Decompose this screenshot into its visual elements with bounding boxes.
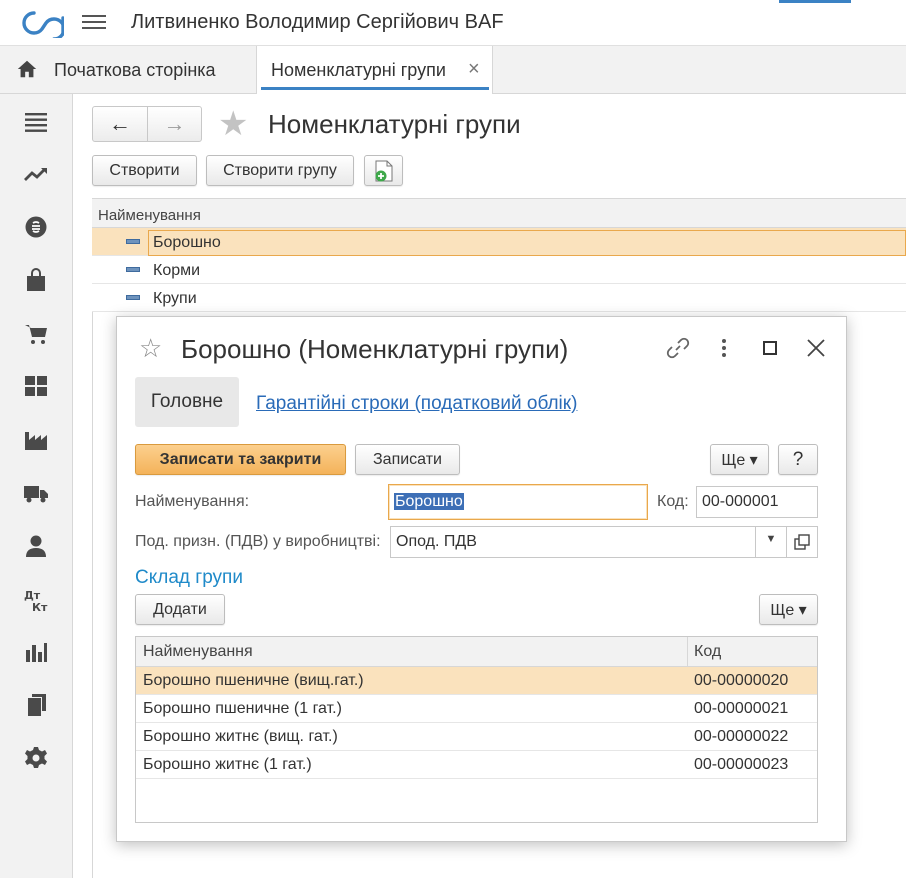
tab-home-label: Початкова сторінка [54,60,216,80]
list-header-name[interactable]: Найменування [92,198,906,228]
hamburger-menu-icon[interactable] [82,11,106,35]
close-icon[interactable] [803,335,829,361]
sidebar: Дт Кт [0,94,73,878]
favorite-star-icon[interactable]: ☆ [139,333,162,364]
top-accent-strip [779,0,851,3]
name-label: Найменування: [135,493,250,510]
tab-warranty-periods[interactable]: Гарантійні строки (податковий облік) [256,393,577,415]
code-input[interactable]: 00-000001 [696,486,818,518]
create-group-button[interactable]: Створити групу [206,155,354,186]
cell-code: 00-00000023 [694,756,789,773]
vat-label: Под. призн. (ПДВ) у виробництві: [135,533,381,550]
home-icon [17,60,37,78]
baf-logo-icon [22,11,64,38]
link-icon[interactable] [665,335,691,361]
list-item-name: Крупи [153,290,197,307]
tab-nomenclature-groups[interactable]: Номенклатурні групи × [256,46,493,94]
tab-groups-label: Номенклатурні групи [271,60,446,80]
group-item-icon [126,239,140,244]
tab-main[interactable]: Головне [135,377,239,427]
group-composition-title: Склад групи [135,567,243,588]
groups-list: Найменування Борошно Корми Крупи [92,198,906,312]
table-row[interactable]: Борошно пшеничне (вищ.гат.) 00-00000020 [136,667,817,695]
composition-table: Найменування Код Борошно пшеничне (вищ.г… [135,636,818,823]
save-button[interactable]: Записати [355,444,460,475]
name-input-value: Борошно [394,493,464,510]
add-copy-button[interactable] [364,155,403,186]
back-arrow-icon[interactable]: ← [93,107,147,141]
group-item-icon [126,267,140,272]
app-title: Литвиненко Володимир Сергійович BAF [131,11,504,33]
trend-icon[interactable] [24,162,48,186]
cell-name: Борошно пшеничне (вищ.гат.) [143,672,364,689]
help-button[interactable]: ? [778,444,818,475]
warehouse-icon[interactable] [24,374,48,398]
more-button[interactable]: Ще ▾ [759,594,818,625]
close-tab-icon[interactable]: × [468,58,480,81]
save-and-close-button[interactable]: Записати та закрити [135,444,346,475]
group-form-dialog: ☆ Борошно (Номенклатурні групи) Головне … [116,316,847,842]
svg-text:Кт: Кт [32,601,48,612]
cell-code: 00-00000021 [694,700,789,717]
list-item[interactable]: Корми [92,256,906,284]
favorite-star-icon[interactable]: ★ [218,106,248,142]
open-item-icon[interactable] [786,526,818,558]
documents-icon[interactable] [24,693,48,717]
menu-icon[interactable] [24,110,48,134]
create-button[interactable]: Створити [92,155,197,186]
cell-name: Борошно житнє (1 гат.) [143,756,312,773]
gear-icon[interactable] [24,746,48,770]
column-header-name[interactable]: Найменування [143,643,253,661]
table-row[interactable]: Борошно житнє (1 гат.) 00-00000023 [136,751,817,779]
bar-chart-icon[interactable] [24,640,48,664]
dt-kt-icon[interactable]: Дт Кт [24,588,48,614]
column-separator [687,637,688,667]
list-item[interactable]: Борошно [92,228,906,256]
forward-arrow-icon[interactable]: → [146,107,201,141]
table-header: Найменування Код [136,637,817,667]
money-icon[interactable] [24,215,48,239]
code-label: Код: [657,493,689,510]
vat-select[interactable]: Опод. ПДВ [390,526,756,558]
more-button[interactable]: Ще ▾ [710,444,769,475]
cell-name: Борошно житнє (вищ. гат.) [143,728,338,745]
truck-icon[interactable] [24,481,48,505]
tab-home[interactable]: Початкова сторінка [0,46,253,94]
tab-bar: Початкова сторінка Номенклатурні групи × [0,46,906,94]
dropdown-arrow-icon[interactable]: ▼ [755,526,787,558]
more-options-icon[interactable] [711,335,737,361]
column-header-code[interactable]: Код [694,643,721,661]
list-item-name: Корми [153,262,201,279]
maximize-icon[interactable] [757,335,783,361]
top-bar: Литвиненко Володимир Сергійович BAF [0,0,906,46]
list-item-name: Борошно [148,230,906,256]
list-item[interactable]: Крупи [92,284,906,312]
active-tab-indicator [261,87,489,90]
dialog-title: Борошно (Номенклатурні групи) [181,334,569,364]
page-title: Номенклатурні групи [268,109,521,139]
person-icon[interactable] [24,534,48,558]
navigation-buttons: ← → [92,106,202,142]
factory-icon[interactable] [24,428,48,452]
name-input[interactable]: Борошно [388,484,648,520]
list-border [92,312,93,878]
table-row[interactable]: Борошно пшеничне (1 гат.) 00-00000021 [136,695,817,723]
cart-icon[interactable] [24,322,48,346]
bag-icon[interactable] [24,268,48,292]
new-document-icon [375,160,392,181]
add-button[interactable]: Додати [135,594,225,625]
table-row[interactable]: Борошно житнє (вищ. гат.) 00-00000022 [136,723,817,751]
cell-code: 00-00000022 [694,728,789,745]
group-item-icon [126,295,140,300]
cell-name: Борошно пшеничне (1 гат.) [143,700,342,717]
cell-code: 00-00000020 [694,672,789,689]
